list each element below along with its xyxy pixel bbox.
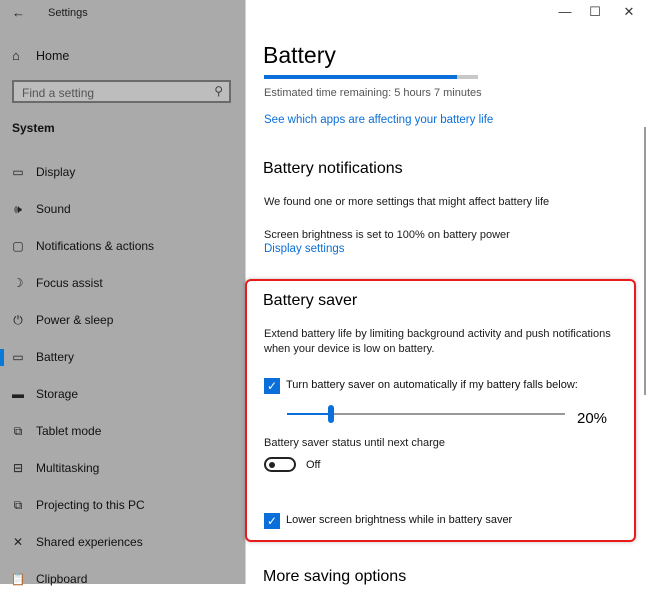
sound-icon: 🕪 [14, 201, 22, 216]
sidebar-item-label: Power & sleep [36, 313, 114, 327]
sidebar-item-label: Battery [36, 350, 75, 364]
sidebar-item-label: Sound [36, 202, 71, 216]
battery-icon: ▭ [12, 350, 24, 364]
sidebar-item-label: Tablet mode [36, 424, 102, 438]
search-icon[interactable]: ⚲ [214, 84, 223, 98]
apps-affecting-battery-link[interactable]: See which apps are affecting your batter… [264, 114, 493, 126]
section-label-system: System [12, 121, 55, 135]
sidebar-item-label: Shared experiences [36, 535, 143, 549]
power-sleep-icon: ⏻ [13, 312, 23, 327]
more-saving-options-heading: More saving options [263, 568, 407, 585]
sidebar-item-shared-experiences[interactable]: ✕ Shared experiences [0, 527, 245, 557]
saver-status-toggle-label: Off [306, 459, 321, 471]
sidebar-item-display[interactable]: ▭ Display [0, 157, 245, 187]
notifications-actions-icon: ▢ [12, 239, 24, 253]
nav-home[interactable]: ⌂ Home [12, 48, 69, 63]
auto-battery-saver-label: Turn battery saver on automatically if m… [286, 379, 578, 391]
shared-experiences-icon: ✕ [12, 535, 24, 549]
scrollbar[interactable] [644, 127, 646, 395]
sidebar: ← Settings ⌂ Home Find a setting ⚲ Syste… [0, 0, 245, 586]
sidebar-item-projecting-to-this-pc[interactable]: ⧉ Projecting to this PC [0, 490, 245, 520]
search-input[interactable]: Find a setting ⚲ [12, 80, 231, 103]
maximize-button[interactable]: ☐ [585, 4, 605, 20]
sidebar-item-sound[interactable]: 🕪 Sound [0, 194, 245, 224]
app-title: Settings [48, 7, 88, 19]
threshold-value: 20% [577, 410, 608, 427]
nav-home-label: Home [36, 48, 70, 63]
settings-found-text: We found one or more settings that might… [264, 196, 550, 208]
minimize-button[interactable]: — [555, 4, 575, 19]
lower-brightness-label: Lower screen brightness while in battery… [286, 514, 513, 526]
threshold-slider[interactable] [287, 405, 565, 423]
display-icon: ▭ [12, 165, 24, 179]
brightness-text: Screen brightness is set to 100% on batt… [264, 229, 510, 241]
threshold-slider-fill [287, 413, 331, 415]
home-icon: ⌂ [12, 48, 20, 63]
sidebar-item-label: Multitasking [36, 461, 100, 475]
sidebar-item-label: Projecting to this PC [36, 498, 145, 512]
sidebar-item-multitasking[interactable]: ⊟ Multitasking [0, 453, 245, 483]
checkmark-icon: ✓ [266, 514, 278, 528]
battery-saver-heading: Battery saver [263, 292, 358, 309]
lower-brightness-checkbox[interactable]: ✓ [264, 513, 280, 529]
selected-indicator [0, 349, 4, 366]
sidebar-item-label: Focus assist [36, 276, 103, 290]
auto-battery-saver-checkbox[interactable]: ✓ [264, 378, 280, 394]
sidebar-item-notifications-actions[interactable]: ▢ Notifications & actions [0, 231, 245, 261]
storage-icon: ▬ [12, 387, 24, 401]
battery-saver-description-2: when your device is low on battery. [264, 343, 435, 355]
sidebar-item-focus-assist[interactable]: ☽ Focus assist [0, 268, 245, 298]
saver-status-label: Battery saver status until next charge [264, 437, 445, 449]
sidebar-item-label: Display [36, 165, 76, 179]
toggle-knob [269, 461, 275, 468]
saver-status-toggle[interactable] [264, 457, 296, 472]
multitasking-icon: ⊟ [12, 461, 24, 475]
back-arrow-icon[interactable]: ← [12, 5, 25, 20]
sidebar-item-label: Notifications & actions [36, 239, 155, 253]
sidebar-item-storage[interactable]: ▬ Storage [0, 379, 245, 409]
sidebar-item-battery[interactable]: ▭ Battery [0, 342, 245, 372]
sidebar-item-tablet-mode[interactable]: ⧉ Tablet mode [0, 416, 245, 446]
focus-assist-icon: ☽ [12, 276, 24, 290]
battery-level-bar [264, 75, 478, 79]
battery-notifications-heading: Battery notifications [263, 160, 403, 177]
sidebar-item-label: Storage [36, 387, 79, 401]
page-title: Battery [263, 42, 336, 68]
search-placeholder: Find a setting [22, 86, 95, 100]
tablet-mode-icon: ⧉ [13, 423, 23, 438]
estimated-time: Estimated time remaining: 5 hours 7 minu… [264, 87, 482, 99]
projecting-to-this-pc-icon: ⧉ [13, 497, 23, 512]
sidebar-item-clipboard[interactable]: 📋 Clipboard [0, 564, 245, 594]
close-button[interactable]: ✕ [619, 4, 639, 20]
battery-level-fill [264, 75, 457, 79]
sidebar-item-power-sleep[interactable]: ⏻ Power & sleep [0, 305, 245, 335]
checkmark-icon: ✓ [266, 379, 278, 393]
battery-saver-description-1: Extend battery life by limiting backgrou… [264, 328, 611, 340]
display-settings-link[interactable]: Display settings [264, 243, 345, 255]
threshold-slider-thumb[interactable] [327, 405, 334, 423]
